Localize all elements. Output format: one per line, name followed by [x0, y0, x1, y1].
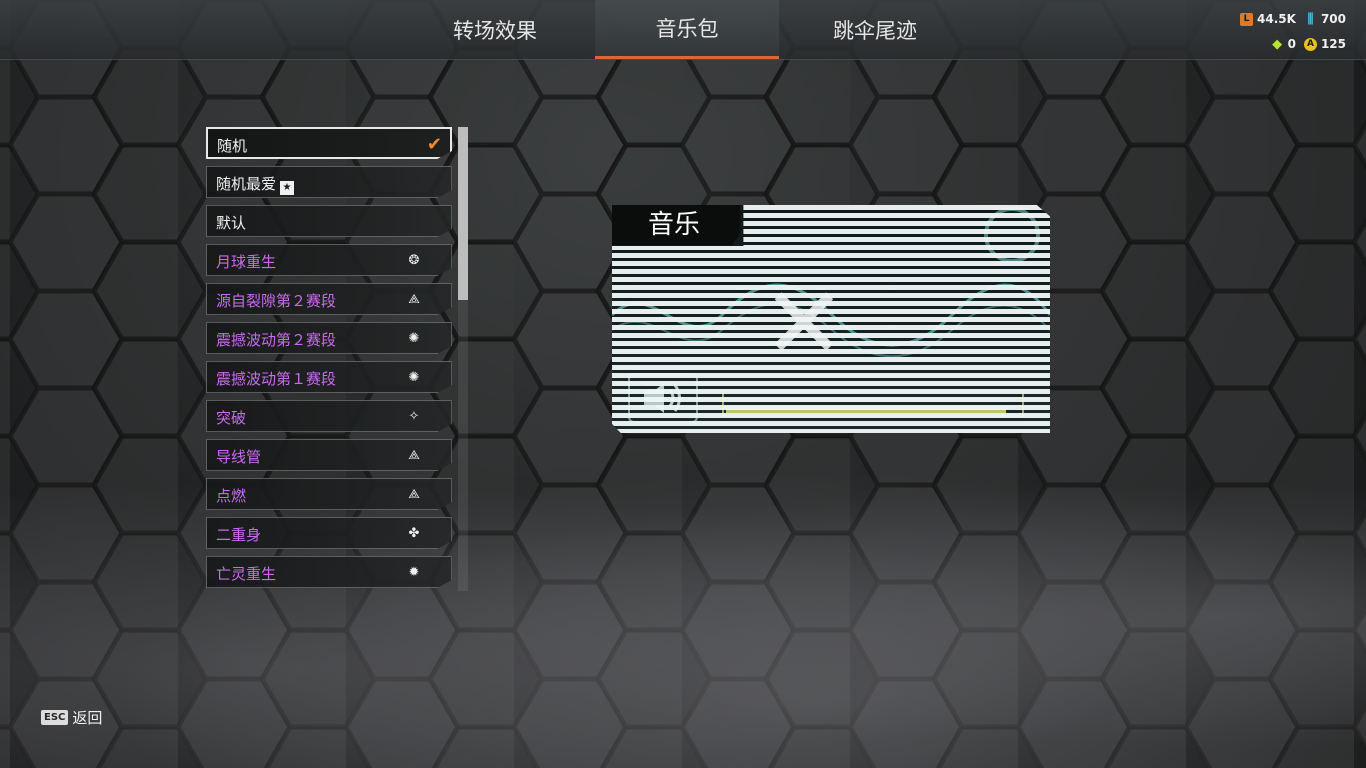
list-item[interactable]: 突破 ✧ [206, 400, 452, 432]
list-item[interactable]: 震撼波动第１赛段 ✺ [206, 361, 452, 393]
music-preview-panel: ✕ 音乐 [612, 205, 1050, 433]
list-scrollbar[interactable] [458, 127, 468, 591]
legend-emblem-icon: ❂ [408, 253, 420, 268]
tab-skydive-trails[interactable]: 跳伞尾迹 [785, 0, 965, 59]
legend-tokens-value: 44.5K [1257, 12, 1296, 26]
item-label: 随机最爱 ★ [216, 173, 295, 195]
tab-label: 转场效果 [453, 18, 537, 43]
crafting-metals-icon: ⫼ [1307, 11, 1314, 27]
legend-emblem-icon: ⟁ [408, 448, 420, 463]
checkmark-icon: ✔ [426, 134, 442, 155]
item-label: 源自裂隙第２赛段 [216, 292, 337, 310]
legend-emblem-icon: ✺ [408, 370, 420, 385]
item-label: 亡灵重生 [216, 565, 277, 583]
list-item[interactable]: 月球重生 ❂ [206, 244, 452, 276]
favorite-icon: ★ [280, 181, 295, 195]
legend-tokens-icon: L [1240, 12, 1254, 26]
item-label: 月球重生 [216, 253, 277, 271]
apex-coins-icon: A [1303, 37, 1317, 51]
currency-row-1: L 44.5K ⫼ 700 [1232, 11, 1346, 27]
item-label: 突破 [216, 409, 247, 427]
list-item-random[interactable]: 随机 ✔ [206, 127, 452, 159]
list-item[interactable]: 亡灵重生 ✹ [206, 556, 452, 588]
music-pack-list: 随机 ✔ 随机最爱 ★ 默认 月球重生 ❂ 源自裂隙第２赛段 ⟁ 震撼波动第２赛段… [206, 127, 454, 591]
top-tab-bar: 转场效果 音乐包 跳伞尾迹 L 44.5K ⫼ 700 ◆ 0 A 125 [0, 0, 1366, 60]
tab-label: 音乐包 [655, 17, 719, 41]
list-item[interactable]: 源自裂隙第２赛段 ⟁ [206, 283, 452, 315]
legend-emblem-icon: ⟁ [408, 487, 420, 502]
list-item[interactable]: 二重身 ✤ [206, 517, 452, 549]
legend-emblem-icon: ✧ [408, 409, 420, 424]
back-button[interactable]: ESC 返回 [41, 707, 102, 728]
item-label: 二重身 [216, 526, 262, 544]
list-item-default[interactable]: 默认 [206, 205, 452, 237]
scroll-thumb[interactable] [458, 127, 468, 300]
preview-title: 音乐 [612, 205, 740, 245]
apex-coins-value: 125 [1320, 37, 1346, 51]
item-label: 震撼波动第１赛段 [216, 370, 337, 388]
back-label: 返回 [72, 709, 103, 727]
tab-label: 跳伞尾迹 [833, 18, 917, 43]
legend-emblem-icon: ⟁ [408, 292, 420, 307]
item-label: 点燃 [216, 487, 247, 505]
item-label: 震撼波动第２赛段 [216, 331, 337, 349]
exotic-shards-icon: ◆ [1272, 36, 1283, 52]
tab-transitions[interactable]: 转场效果 [405, 0, 585, 59]
item-label: 随机 [217, 137, 248, 155]
list-item[interactable]: 导线管 ⟁ [206, 439, 452, 471]
item-label: 导线管 [216, 448, 262, 466]
crafting-metals-value: 700 [1320, 12, 1346, 26]
list-item[interactable]: 震撼波动第２赛段 ✺ [206, 322, 452, 354]
currency-row-2: ◆ 0 A 125 [1263, 36, 1346, 52]
item-label: 默认 [216, 214, 247, 232]
list-item-random-favorites[interactable]: 随机最爱 ★ [206, 166, 452, 198]
legend-emblem-icon: ✤ [408, 526, 420, 541]
exotic-shards-value: 0 [1287, 37, 1296, 51]
esc-key-icon: ESC [41, 710, 69, 725]
legend-emblem-icon: ✹ [408, 565, 420, 580]
list-item[interactable]: 点燃 ⟁ [206, 478, 452, 510]
legend-emblem-icon: ✺ [408, 331, 420, 346]
tab-music-packs[interactable]: 音乐包 [595, 0, 779, 59]
